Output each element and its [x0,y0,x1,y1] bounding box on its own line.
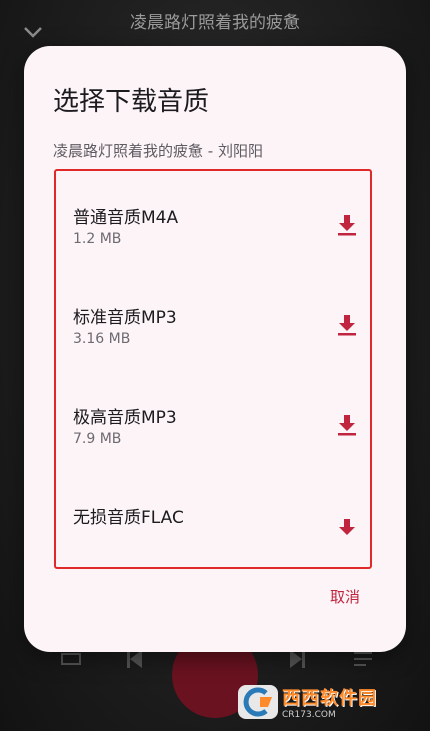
cancel-button[interactable]: 取消 [330,586,360,607]
player-header: 凌晨路灯照着我的疲惫 [0,0,430,46]
download-icon[interactable] [336,213,358,237]
quality-option-mp3-high[interactable]: 极高音质MP3 7.9 MB [56,391,370,481]
option-name: 普通音质M4A [73,208,179,228]
quality-option-flac[interactable]: 无损音质FLAC [56,491,370,581]
download-icon[interactable] [336,313,358,337]
option-size: 3.16 MB [73,331,131,347]
option-size: 7.9 MB [73,431,122,447]
watermark: 西西软件园 CR173.COM [238,685,416,720]
watermark-main-text: 西西软件园 [282,688,377,709]
watermark-logo-icon [238,685,278,719]
quality-option-m4a[interactable]: 普通音质M4A 1.2 MB [56,191,370,281]
player-song-title: 凌晨路灯照着我的疲惫 [130,13,300,33]
dialog-title: 选择下载音质 [53,87,210,117]
watermark-sub-text: CR173.COM [282,710,336,720]
download-icon[interactable] [336,413,358,437]
download-icon[interactable] [336,517,358,541]
download-quality-dialog: 选择下载音质 凌晨路灯照着我的疲惫 - 刘阳阳 普通音质M4A 1.2 MB 标… [24,46,406,652]
option-size: 1.2 MB [73,231,122,247]
dialog-subtitle: 凌晨路灯照着我的疲惫 - 刘阳阳 [53,142,263,160]
option-name: 标准音质MP3 [73,308,177,328]
quality-options-list: 普通音质M4A 1.2 MB 标准音质MP3 3.16 MB 极高音质MP3 7… [54,169,372,569]
quality-option-mp3-standard[interactable]: 标准音质MP3 3.16 MB [56,291,370,381]
option-name: 极高音质MP3 [73,408,177,428]
option-name: 无损音质FLAC [73,508,184,528]
